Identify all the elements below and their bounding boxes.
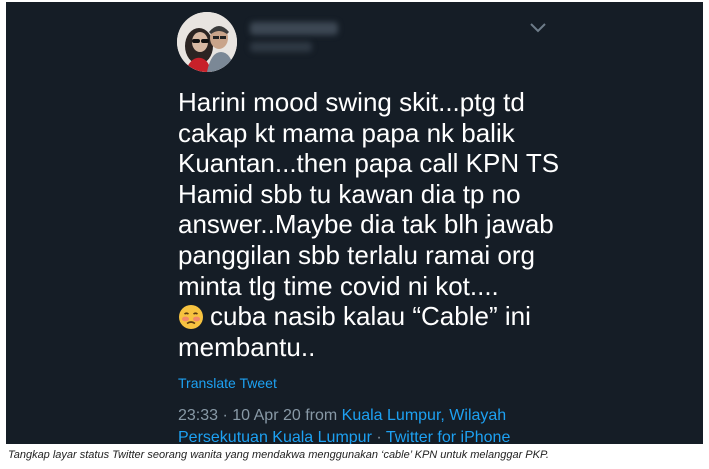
tweet-line: Harini mood swing skit...ptg td [178, 87, 525, 117]
tweet-line: minta tlg time covid ni kot.... [178, 270, 499, 301]
translate-tweet-link[interactable]: Translate Tweet [178, 375, 277, 391]
tweet-line: membantu.. [178, 331, 316, 362]
image-caption: Tangkap layar status Twitter seorang wan… [8, 449, 549, 461]
tweet-screenshot: Harini mood swing skit...ptg td cakap kt… [6, 2, 703, 444]
tweet-text: Harini mood swing skit...ptg td cakap kt… [178, 87, 648, 362]
location-link[interactable]: Kuala Lumpur, Wilayah [342, 407, 507, 424]
profile-photo-icon [177, 12, 237, 72]
location-link-continued[interactable]: Persekutuan Kuala Lumpur [178, 429, 372, 444]
tweet-metadata: 23:33 · 10 Apr 20 from Kuala Lumpur, Wil… [178, 405, 510, 444]
meta-separator: · [371, 429, 386, 444]
avatar[interactable] [177, 12, 237, 72]
flushed-face-emoji-icon [178, 304, 204, 330]
display-name-blurred [250, 22, 338, 35]
tweet-line: cakap kt mama papa nk balik [178, 117, 515, 148]
tweet-line: answer..Maybe dia tak blh jawab [178, 209, 554, 240]
source-link[interactable]: Twitter for iPhone [386, 429, 511, 444]
tweet-line-emoji: cuba nasib kalau “Cable” ini [178, 301, 648, 332]
tweet-line: Hamid sbb tu kawan dia tp no [178, 178, 521, 209]
chevron-down-icon[interactable] [526, 18, 550, 38]
tweet-line: panggilan sbb terlalu ramai org [178, 239, 535, 270]
tweet-timestamp: 23:33 · 10 Apr 20 from [178, 407, 338, 424]
username-blurred [250, 42, 312, 52]
tweet-line: Kuantan...then papa call KPN TS [178, 148, 560, 179]
tweet-line-text: cuba nasib kalau “Cable” ini [210, 301, 531, 332]
